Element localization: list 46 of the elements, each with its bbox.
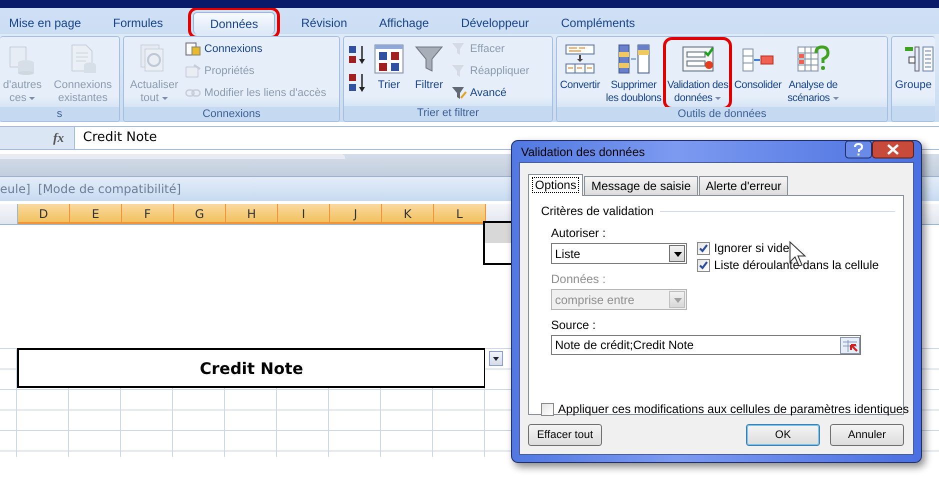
ribbon-button[interactable]: Supprimer les doublons — [604, 40, 662, 107]
field-label: Source : — [551, 318, 597, 332]
ribbon-tab[interactable]: Formules — [99, 12, 178, 34]
checkbox-label: Appliquer ces modifications aux cellules de paramètres identiques — [558, 402, 909, 416]
ribbon-tab[interactable]: Développeur — [446, 12, 544, 34]
group-label: Outils de données — [557, 107, 887, 121]
ribbon-button[interactable]: Avancé — [451, 84, 530, 102]
dialog-button[interactable]: Annuler — [830, 424, 904, 446]
column-header[interactable]: H — [226, 204, 278, 224]
column-header[interactable]: E — [70, 204, 122, 224]
dialog-button[interactable]: OK — [746, 424, 820, 446]
dialog-tab[interactable]: Message de saisie — [584, 176, 698, 195]
dialog-tab[interactable]: Options — [528, 174, 584, 196]
group-label: Connexions — [124, 107, 339, 121]
function-label: fx — [53, 130, 64, 146]
checkbox-label: Liste déroulante dans la cellule — [714, 258, 879, 272]
ribbon-tab[interactable]: Affichage — [365, 12, 443, 34]
workbook-title: eule] [Mode de compatibilité] — [0, 182, 182, 196]
dialog-button[interactable]: Effacer tout — [528, 424, 602, 446]
ribbon-button[interactable]: Filtrer — [411, 40, 447, 94]
field-label: Données : — [551, 272, 607, 286]
ribbon-button[interactable]: Connexions — [185, 40, 326, 58]
ribbon-button[interactable]: Analyse de scénarios — [786, 40, 840, 107]
column-header[interactable]: D — [18, 204, 70, 224]
column-header[interactable]: G — [174, 204, 226, 224]
column-header[interactable]: K — [382, 204, 434, 224]
ribbon-button[interactable]: Trier — [371, 40, 407, 94]
column-header[interactable]: F — [122, 204, 174, 224]
checkbox-label: Ignorer si vide — [714, 241, 790, 255]
source-field[interactable]: Note de crédit;Credit Note — [551, 335, 861, 355]
dialog-title: Validation des données — [521, 144, 645, 158]
dropdown-field[interactable]: Liste — [551, 243, 687, 264]
column-header[interactable]: J — [330, 204, 382, 224]
column-header[interactable]: I — [278, 204, 330, 224]
ribbon-tab[interactable]: Compléments — [547, 12, 650, 34]
ribbon-button[interactable]: Validation des données — [666, 40, 730, 107]
column-header[interactable]: L — [434, 204, 486, 224]
ribbon-button[interactable]: Consolider — [733, 40, 782, 94]
group-label: Trier et filtrer — [344, 106, 552, 121]
ribbon-tab[interactable]: Révision — [287, 12, 362, 34]
section-title: Critères de validation — [541, 204, 654, 218]
group-label: s — [0, 107, 119, 121]
field-label: Autoriser : — [551, 226, 607, 240]
ribbon-tab[interactable]: Mise en page — [0, 12, 96, 34]
ribbon-button[interactable]: Convertir — [559, 40, 601, 94]
dialog-tab[interactable]: Alerte d'erreur — [698, 176, 788, 195]
